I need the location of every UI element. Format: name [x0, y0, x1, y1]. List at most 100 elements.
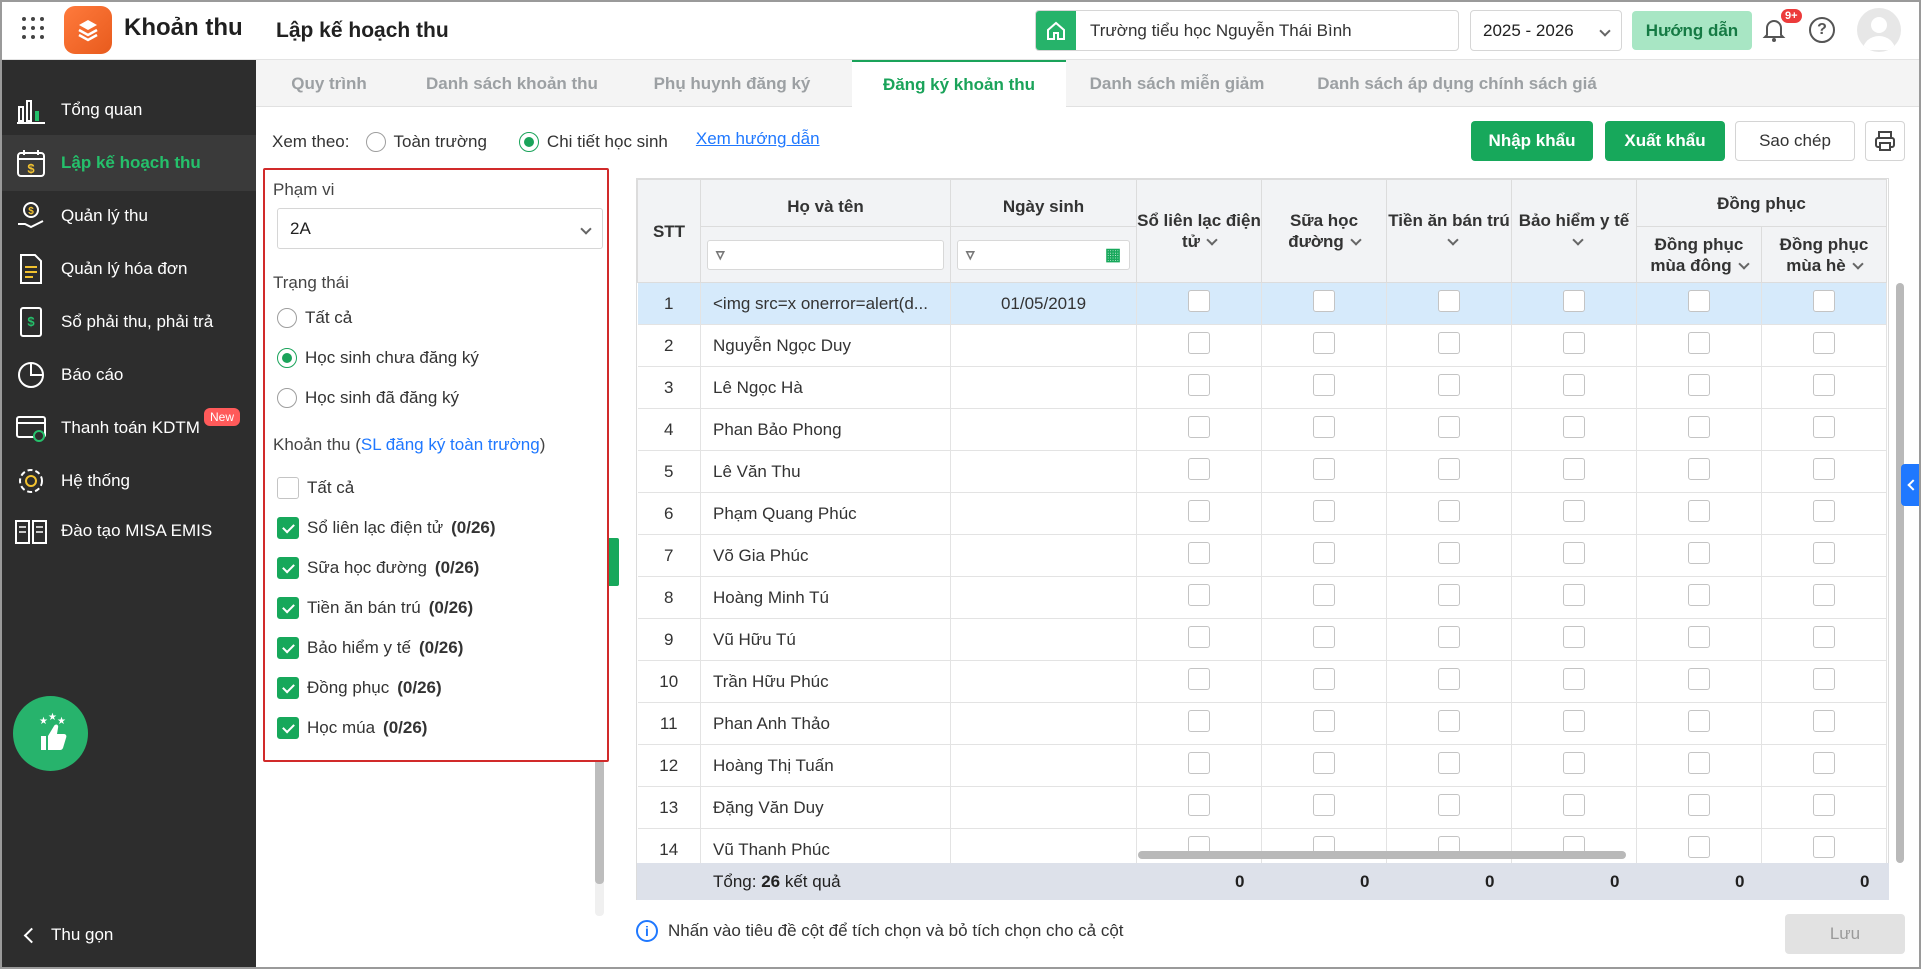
- avatar[interactable]: [1857, 8, 1901, 52]
- register-checkbox[interactable]: [1188, 500, 1210, 522]
- checkbox[interactable]: [277, 517, 299, 539]
- register-checkbox[interactable]: [1688, 542, 1710, 564]
- register-checkbox[interactable]: [1438, 752, 1460, 774]
- register-checkbox[interactable]: [1188, 668, 1210, 690]
- register-checkbox[interactable]: [1813, 752, 1835, 774]
- register-checkbox[interactable]: [1188, 794, 1210, 816]
- fee-option-all[interactable]: Tất cả: [277, 477, 354, 499]
- register-checkbox[interactable]: [1688, 710, 1710, 732]
- register-checkbox[interactable]: [1563, 290, 1585, 312]
- save-button[interactable]: Lưu: [1785, 914, 1905, 954]
- register-checkbox[interactable]: [1813, 416, 1835, 438]
- year-select[interactable]: 2025 - 2026: [1470, 10, 1622, 51]
- app-launcher-icon[interactable]: [22, 17, 44, 39]
- table-row[interactable]: 11 Phan Anh Thảo: [637, 702, 1887, 745]
- register-checkbox[interactable]: [1688, 416, 1710, 438]
- checkbox[interactable]: [277, 677, 299, 699]
- register-checkbox[interactable]: [1688, 794, 1710, 816]
- register-checkbox[interactable]: [1563, 374, 1585, 396]
- sidebar-item-system[interactable]: Hệ thống: [0, 453, 256, 509]
- register-checkbox[interactable]: [1563, 752, 1585, 774]
- table-vertical-scrollbar[interactable]: [1896, 283, 1904, 863]
- register-checkbox[interactable]: [1438, 542, 1460, 564]
- register-checkbox[interactable]: [1813, 668, 1835, 690]
- register-checkbox[interactable]: [1563, 458, 1585, 480]
- table-row[interactable]: 12 Hoàng Thị Tuấn: [637, 744, 1887, 787]
- checkbox[interactable]: [277, 557, 299, 579]
- sidebar-item-collection[interactable]: $ Quản lý thu: [0, 188, 256, 244]
- register-checkbox[interactable]: [1813, 332, 1835, 354]
- register-checkbox[interactable]: [1438, 668, 1460, 690]
- sidebar-item-training[interactable]: Đào tạo MISA EMIS: [0, 503, 256, 559]
- register-checkbox[interactable]: [1438, 458, 1460, 480]
- tab-parent-registration[interactable]: Phụ huynh đăng ký: [622, 60, 842, 107]
- register-checkbox[interactable]: [1188, 290, 1210, 312]
- register-checkbox[interactable]: [1563, 416, 1585, 438]
- col-name[interactable]: Họ và tên: [700, 179, 951, 227]
- col-contact-book[interactable]: Sổ liên lạc điện tử: [1136, 179, 1262, 283]
- register-checkbox[interactable]: [1438, 416, 1460, 438]
- export-button[interactable]: Xuất khẩu: [1605, 121, 1725, 161]
- register-checkbox[interactable]: [1563, 332, 1585, 354]
- register-checkbox[interactable]: [1688, 584, 1710, 606]
- register-checkbox[interactable]: [1688, 290, 1710, 312]
- table-row[interactable]: 8 Hoàng Minh Tú: [637, 576, 1887, 619]
- register-checkbox[interactable]: [1438, 290, 1460, 312]
- register-checkbox[interactable]: [1563, 626, 1585, 648]
- table-row[interactable]: 3 Lê Ngọc Hà: [637, 366, 1887, 409]
- register-checkbox[interactable]: [1813, 794, 1835, 816]
- col-milk[interactable]: Sữa học đường: [1261, 179, 1387, 283]
- rating-thumbs-up-icon[interactable]: ★ ★ ★: [13, 696, 88, 771]
- radio[interactable]: [277, 348, 297, 368]
- status-option-registered[interactable]: Học sinh đã đăng ký: [277, 388, 459, 408]
- register-checkbox[interactable]: [1313, 332, 1335, 354]
- guide-button[interactable]: Hướng dẫn: [1632, 11, 1752, 50]
- register-checkbox[interactable]: [1313, 794, 1335, 816]
- register-checkbox[interactable]: [1438, 794, 1460, 816]
- table-row[interactable]: 2 Nguyễn Ngọc Duy: [637, 324, 1887, 367]
- table-row[interactable]: 9 Vũ Hữu Tú: [637, 618, 1887, 661]
- dob-filter[interactable]: ▿ ▦: [950, 226, 1137, 283]
- sidebar-item-ledger[interactable]: $ Sổ phải thu, phải trả: [0, 294, 256, 350]
- register-checkbox[interactable]: [1688, 500, 1710, 522]
- fee-option[interactable]: Đồng phục (0/26): [277, 677, 442, 699]
- school-selector[interactable]: Trường tiểu học Nguyễn Thái Bình: [1035, 10, 1459, 51]
- register-checkbox[interactable]: [1438, 332, 1460, 354]
- register-checkbox[interactable]: [1563, 542, 1585, 564]
- print-button[interactable]: [1865, 121, 1905, 161]
- school-registration-link[interactable]: SL đăng ký toàn trường: [361, 435, 540, 454]
- sidebar-item-overview[interactable]: Tổng quan: [0, 82, 256, 138]
- col-uniform-winter[interactable]: Đồng phục mùa đông: [1636, 226, 1762, 283]
- sidebar-item-planning[interactable]: $ Lập kế hoạch thu: [0, 135, 256, 191]
- tab-fee-registration[interactable]: Đăng ký khoản thu: [852, 60, 1066, 107]
- register-checkbox[interactable]: [1688, 374, 1710, 396]
- table-row[interactable]: 4 Phan Bảo Phong: [637, 408, 1887, 451]
- register-checkbox[interactable]: [1313, 542, 1335, 564]
- register-checkbox[interactable]: [1313, 626, 1335, 648]
- register-checkbox[interactable]: [1688, 752, 1710, 774]
- table-row[interactable]: 6 Phạm Quang Phúc: [637, 492, 1887, 535]
- register-checkbox[interactable]: [1688, 836, 1710, 858]
- register-checkbox[interactable]: [1313, 500, 1335, 522]
- copy-button[interactable]: Sao chép: [1735, 121, 1855, 161]
- register-checkbox[interactable]: [1813, 542, 1835, 564]
- register-checkbox[interactable]: [1188, 458, 1210, 480]
- register-checkbox[interactable]: [1813, 458, 1835, 480]
- register-checkbox[interactable]: [1313, 668, 1335, 690]
- register-checkbox[interactable]: [1813, 626, 1835, 648]
- register-checkbox[interactable]: [1313, 290, 1335, 312]
- register-checkbox[interactable]: [1438, 584, 1460, 606]
- register-checkbox[interactable]: [1813, 584, 1835, 606]
- register-checkbox[interactable]: [1313, 710, 1335, 732]
- register-checkbox[interactable]: [1188, 584, 1210, 606]
- table-row[interactable]: 13 Đặng Văn Duy: [637, 786, 1887, 829]
- register-checkbox[interactable]: [1313, 752, 1335, 774]
- register-checkbox[interactable]: [1438, 626, 1460, 648]
- fee-option[interactable]: Sổ liên lạc điện tử (0/26): [277, 517, 496, 539]
- table-row[interactable]: 1 <img src=x onerror=alert(d... 01/05/2019: [637, 282, 1887, 325]
- right-panel-toggle[interactable]: [1901, 464, 1921, 506]
- register-checkbox[interactable]: [1563, 500, 1585, 522]
- fee-option[interactable]: Học múa (0/26): [277, 717, 427, 739]
- register-checkbox[interactable]: [1188, 542, 1210, 564]
- fee-option[interactable]: Tiền ăn bán trú (0/26): [277, 597, 473, 619]
